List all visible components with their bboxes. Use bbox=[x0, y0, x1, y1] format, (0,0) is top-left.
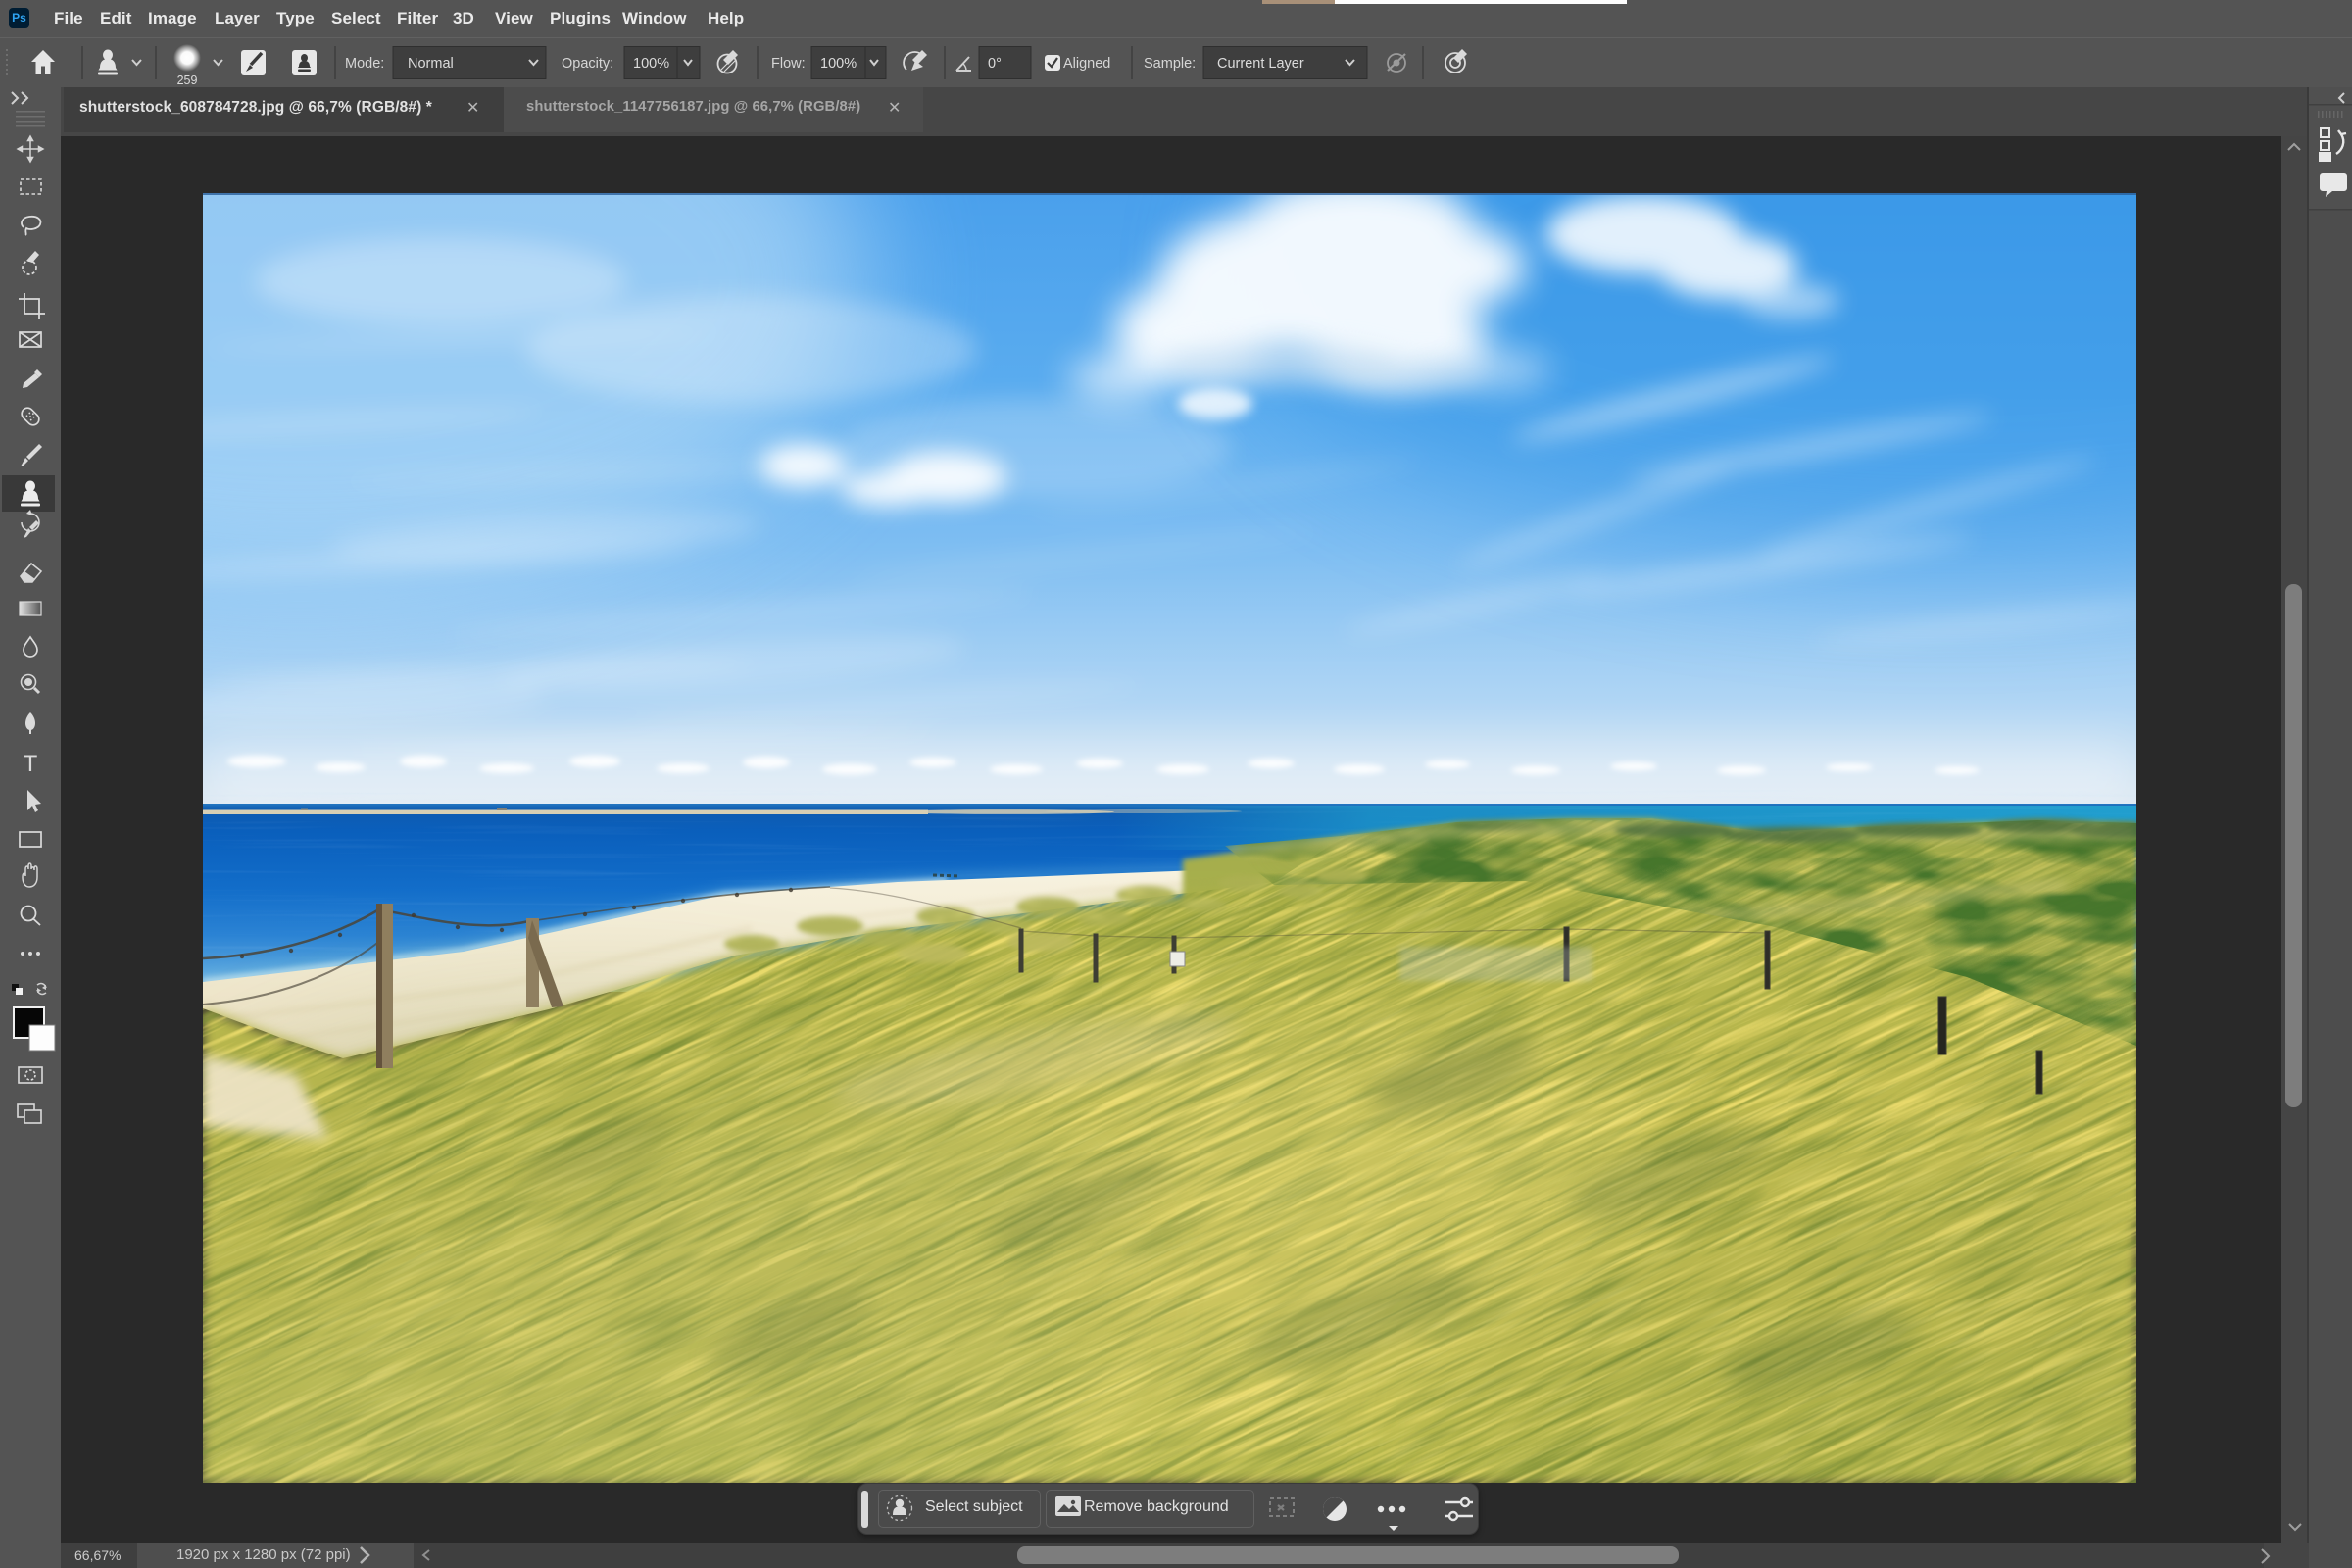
svg-text:Aligned: Aligned bbox=[1063, 56, 1110, 72]
svg-text:Normal: Normal bbox=[408, 56, 454, 72]
svg-text:Current Layer: Current Layer bbox=[1217, 56, 1304, 72]
svg-text:Opacity:: Opacity: bbox=[562, 56, 613, 72]
svg-text:Sample:: Sample: bbox=[1144, 56, 1196, 72]
svg-text:0°: 0° bbox=[988, 56, 1002, 72]
svg-text:Mode:: Mode: bbox=[345, 56, 384, 72]
svg-text:100%: 100% bbox=[820, 56, 857, 72]
svg-text:259: 259 bbox=[177, 74, 198, 87]
svg-text:T: T bbox=[24, 751, 38, 777]
svg-text:100%: 100% bbox=[633, 56, 669, 72]
svg-text:Flow:: Flow: bbox=[771, 56, 806, 72]
